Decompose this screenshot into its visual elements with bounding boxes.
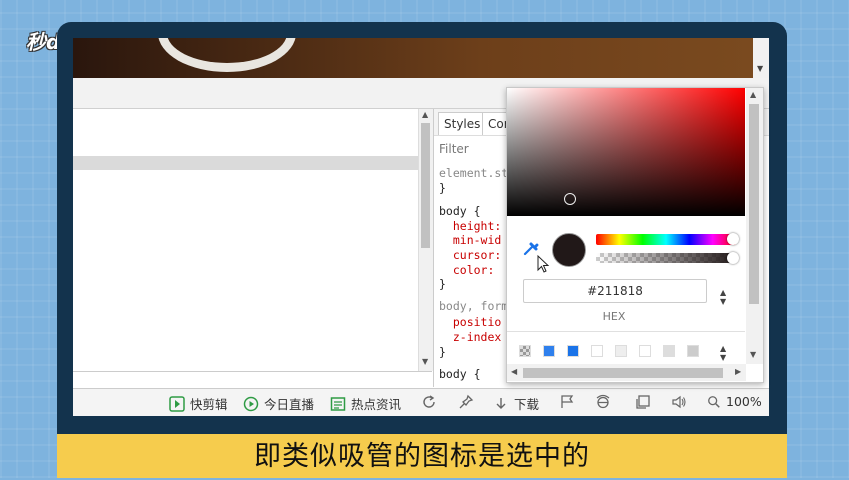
video-edit-icon xyxy=(169,395,185,412)
hue-slider[interactable] xyxy=(596,233,739,245)
play-circle-icon xyxy=(243,396,259,412)
code-line: min-wid xyxy=(439,233,502,247)
palette-swatch[interactable] xyxy=(591,345,603,357)
breadcrumb-bar xyxy=(73,371,432,388)
code-line: cursor: xyxy=(439,248,502,262)
palette-swatch[interactable] xyxy=(687,345,699,357)
hex-color-input[interactable]: #211818 xyxy=(523,279,707,303)
subtitle-text: 即类似吸管的图标是选中的 xyxy=(254,441,590,472)
bottom-item-news[interactable]: 热点资讯 xyxy=(330,394,401,413)
code-line: } xyxy=(439,181,446,195)
saturation-value-area[interactable] xyxy=(507,88,745,216)
subtitle-bar: 即类似吸管的图标是选中的 xyxy=(57,434,787,478)
code-line: element.st xyxy=(439,166,509,180)
elements-panel xyxy=(73,109,418,371)
code-line: } xyxy=(439,277,446,291)
magnifier-icon xyxy=(707,395,721,409)
bottom-item-label: 今日直播 xyxy=(264,397,315,412)
selected-dom-node[interactable] xyxy=(73,156,418,170)
window-icon xyxy=(635,394,651,410)
code-line: color: xyxy=(439,263,495,277)
palette-swatch[interactable] xyxy=(519,345,531,357)
alpha-slider[interactable] xyxy=(596,252,739,264)
ie-button[interactable] xyxy=(595,394,611,410)
sv-cursor[interactable] xyxy=(564,193,576,205)
color-picker-popup: ▲ ▼ #211818 HEX ▲ ▼ ▲ ▼ ◀ ▶ xyxy=(506,87,764,383)
code-line: body { xyxy=(439,367,481,381)
palette-swatch[interactable] xyxy=(567,345,579,357)
bottom-item-kuaijianji[interactable]: 快剪辑 xyxy=(169,394,228,413)
zoom-control[interactable]: 100% xyxy=(707,394,762,409)
refresh-button[interactable] xyxy=(421,394,437,410)
picker-horizontal-scrollbar[interactable]: ◀ ▶ xyxy=(507,364,746,381)
palette-swatch[interactable] xyxy=(639,345,651,357)
page-banner xyxy=(73,38,753,78)
flag-button[interactable] xyxy=(559,394,575,410)
code-line: height: xyxy=(439,219,502,233)
code-line: z-index xyxy=(439,330,502,344)
palette-swatch[interactable] xyxy=(663,345,675,357)
browser-status-bar: 快剪辑 今日直播 热点资讯 下载 100% xyxy=(73,388,769,416)
eyedropper-button[interactable] xyxy=(522,238,552,278)
ie-browser-icon xyxy=(595,394,611,410)
window-button[interactable] xyxy=(635,394,651,410)
code-line: body, form xyxy=(439,299,509,313)
bottom-item-label: 热点资讯 xyxy=(351,397,402,412)
palette-toggle-button[interactable]: ▲ ▼ xyxy=(720,344,726,362)
pin-icon xyxy=(458,394,474,410)
volume-button[interactable] xyxy=(671,394,687,410)
current-color-swatch xyxy=(552,233,586,267)
styles-filter-input[interactable]: Filter xyxy=(439,142,469,156)
bottom-item-label: 快剪辑 xyxy=(190,397,228,412)
format-toggle-button[interactable]: ▲ ▼ xyxy=(720,288,726,306)
refresh-icon xyxy=(421,394,437,410)
zoom-level: 100% xyxy=(726,394,762,409)
code-line: positio xyxy=(439,315,502,329)
speaker-icon xyxy=(671,394,687,410)
eyedropper-icon xyxy=(522,242,552,278)
alpha-slider-knob[interactable] xyxy=(727,252,739,264)
color-palette xyxy=(519,345,699,357)
page-scrollbar[interactable]: ▼ xyxy=(753,38,769,78)
palette-swatch[interactable] xyxy=(543,345,555,357)
flag-icon xyxy=(559,394,575,410)
download-button[interactable]: 下载 xyxy=(493,394,539,413)
news-icon xyxy=(330,396,346,412)
pin-button[interactable] xyxy=(458,394,474,410)
elements-scrollbar[interactable]: ▲ ▼ xyxy=(418,109,433,371)
hue-slider-knob[interactable] xyxy=(727,233,739,245)
picker-divider xyxy=(507,331,745,332)
color-format-label: HEX xyxy=(602,310,626,323)
bottom-item-label: 下载 xyxy=(514,397,540,412)
tab-styles[interactable]: Styles xyxy=(438,112,487,135)
code-line: } xyxy=(439,345,446,359)
bottom-item-live[interactable]: 今日直播 xyxy=(243,394,314,413)
code-line: body { xyxy=(439,204,481,218)
palette-swatch[interactable] xyxy=(615,345,627,357)
download-icon xyxy=(493,396,509,412)
picker-vertical-scrollbar[interactable]: ▲ ▼ xyxy=(746,88,763,364)
